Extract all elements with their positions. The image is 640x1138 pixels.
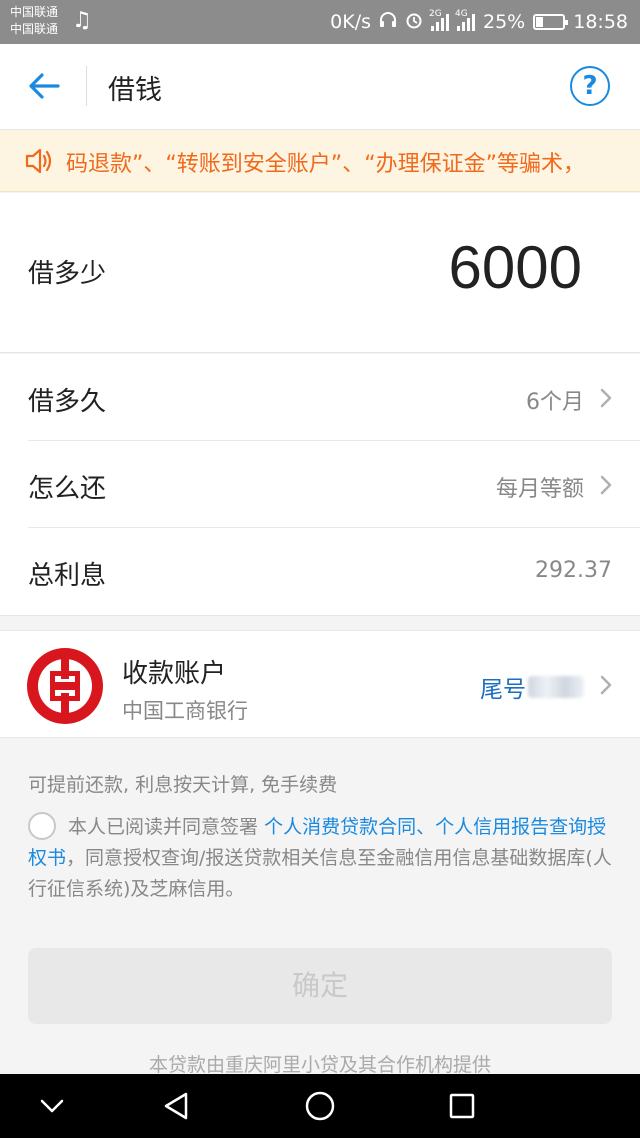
- page-title: 借钱: [108, 75, 162, 106]
- alarm-icon: [405, 11, 423, 34]
- chevron-right-icon: [598, 473, 614, 497]
- network-type-1: 2G: [429, 9, 442, 19]
- bank-name: 中国工商银行: [122, 699, 248, 723]
- network-type-2: 4G: [455, 9, 468, 19]
- battery-percent: 25%: [483, 11, 526, 33]
- signal-icon-1: 2G: [429, 9, 449, 31]
- help-icon[interactable]: ?: [570, 66, 610, 106]
- account-title: 收款账户: [122, 659, 227, 689]
- clock: 18:58: [573, 11, 628, 33]
- loan-term-label: 借多久: [28, 387, 107, 417]
- nav-back-icon[interactable]: [158, 1088, 194, 1124]
- tail-label: 尾号: [480, 677, 526, 703]
- back-arrow-icon[interactable]: [24, 66, 64, 106]
- agreement-text: 本人已阅读并同意签署 个人消费贷款合同、个人信用报告查询授权书，同意授权查询/报…: [28, 812, 618, 905]
- masked-account-number: [528, 676, 584, 698]
- carrier-1: 中国联通: [10, 5, 59, 19]
- agree-suffix: ，同意授权查询/报送贷款相关信息至金融信用信息基础数据库(人行征信系统)及芝麻信…: [28, 847, 612, 900]
- amount-label: 借多少: [28, 259, 107, 289]
- loan-term-value: 6个月: [526, 390, 584, 415]
- amount-input[interactable]: 6000: [449, 233, 582, 302]
- status-bar: 中国联通 中国联通 ♫ 0K/s 2G 4G 25% 18:58: [0, 0, 640, 44]
- system-navigation-bar: [0, 1074, 640, 1138]
- prepayment-note: 可提前还款, 利息按天计算, 免手续费: [28, 774, 338, 796]
- headphone-icon: [379, 11, 397, 34]
- total-interest-row: 总利息 292.37: [0, 528, 640, 615]
- chevron-right-icon: [598, 386, 614, 410]
- receiving-account-row[interactable]: 收款账户 中国工商银行 尾号: [0, 630, 640, 738]
- account-tail-number: 尾号: [480, 670, 584, 704]
- total-interest-label: 总利息: [28, 561, 107, 591]
- battery-icon: [533, 14, 569, 30]
- header-divider: [86, 66, 87, 106]
- loan-term-row[interactable]: 借多久 6个月: [0, 354, 640, 441]
- total-interest-value: 292.37: [535, 558, 612, 583]
- nav-recents-icon[interactable]: [444, 1088, 480, 1124]
- carrier-2: 中国联通: [10, 22, 59, 36]
- repayment-method-label: 怎么还: [28, 474, 107, 504]
- confirm-button[interactable]: 确定: [28, 948, 612, 1024]
- agreement-checkbox[interactable]: [28, 812, 56, 840]
- consumer-loan-contract-link[interactable]: 个人消费贷款合同: [264, 816, 416, 838]
- repayment-method-value: 每月等额: [495, 477, 584, 502]
- loan-details: 借多久 6个月 怎么还 每月等额 总利息 292.37: [0, 354, 640, 616]
- speaker-icon: [24, 147, 54, 175]
- provider-note: 本贷款由重庆阿里小贷及其合作机构提供: [148, 1054, 491, 1076]
- app-header: 借钱 ?: [0, 44, 640, 130]
- chevron-right-icon: [598, 673, 614, 697]
- warning-text: 码退款”、“转账到安全账户”、“办理保证金”等骗术，: [66, 152, 585, 177]
- icbc-logo-icon: [26, 647, 104, 725]
- chevron-down-icon[interactable]: [34, 1088, 70, 1124]
- signal-icon-2: 4G: [455, 9, 475, 31]
- agree-prefix: 本人已阅读并同意签署: [68, 816, 259, 838]
- link-separator: 、: [416, 816, 436, 838]
- loan-amount-section[interactable]: 借多少 6000: [0, 193, 640, 353]
- music-icon: ♫: [72, 8, 92, 33]
- network-speed: 0K/s: [330, 11, 371, 33]
- carrier-info: 中国联通 中国联通: [10, 4, 58, 38]
- fraud-warning-banner: 码退款”、“转账到安全账户”、“办理保证金”等骗术，: [0, 130, 640, 192]
- nav-home-icon[interactable]: [302, 1088, 338, 1124]
- repayment-method-row[interactable]: 怎么还 每月等额: [0, 441, 640, 528]
